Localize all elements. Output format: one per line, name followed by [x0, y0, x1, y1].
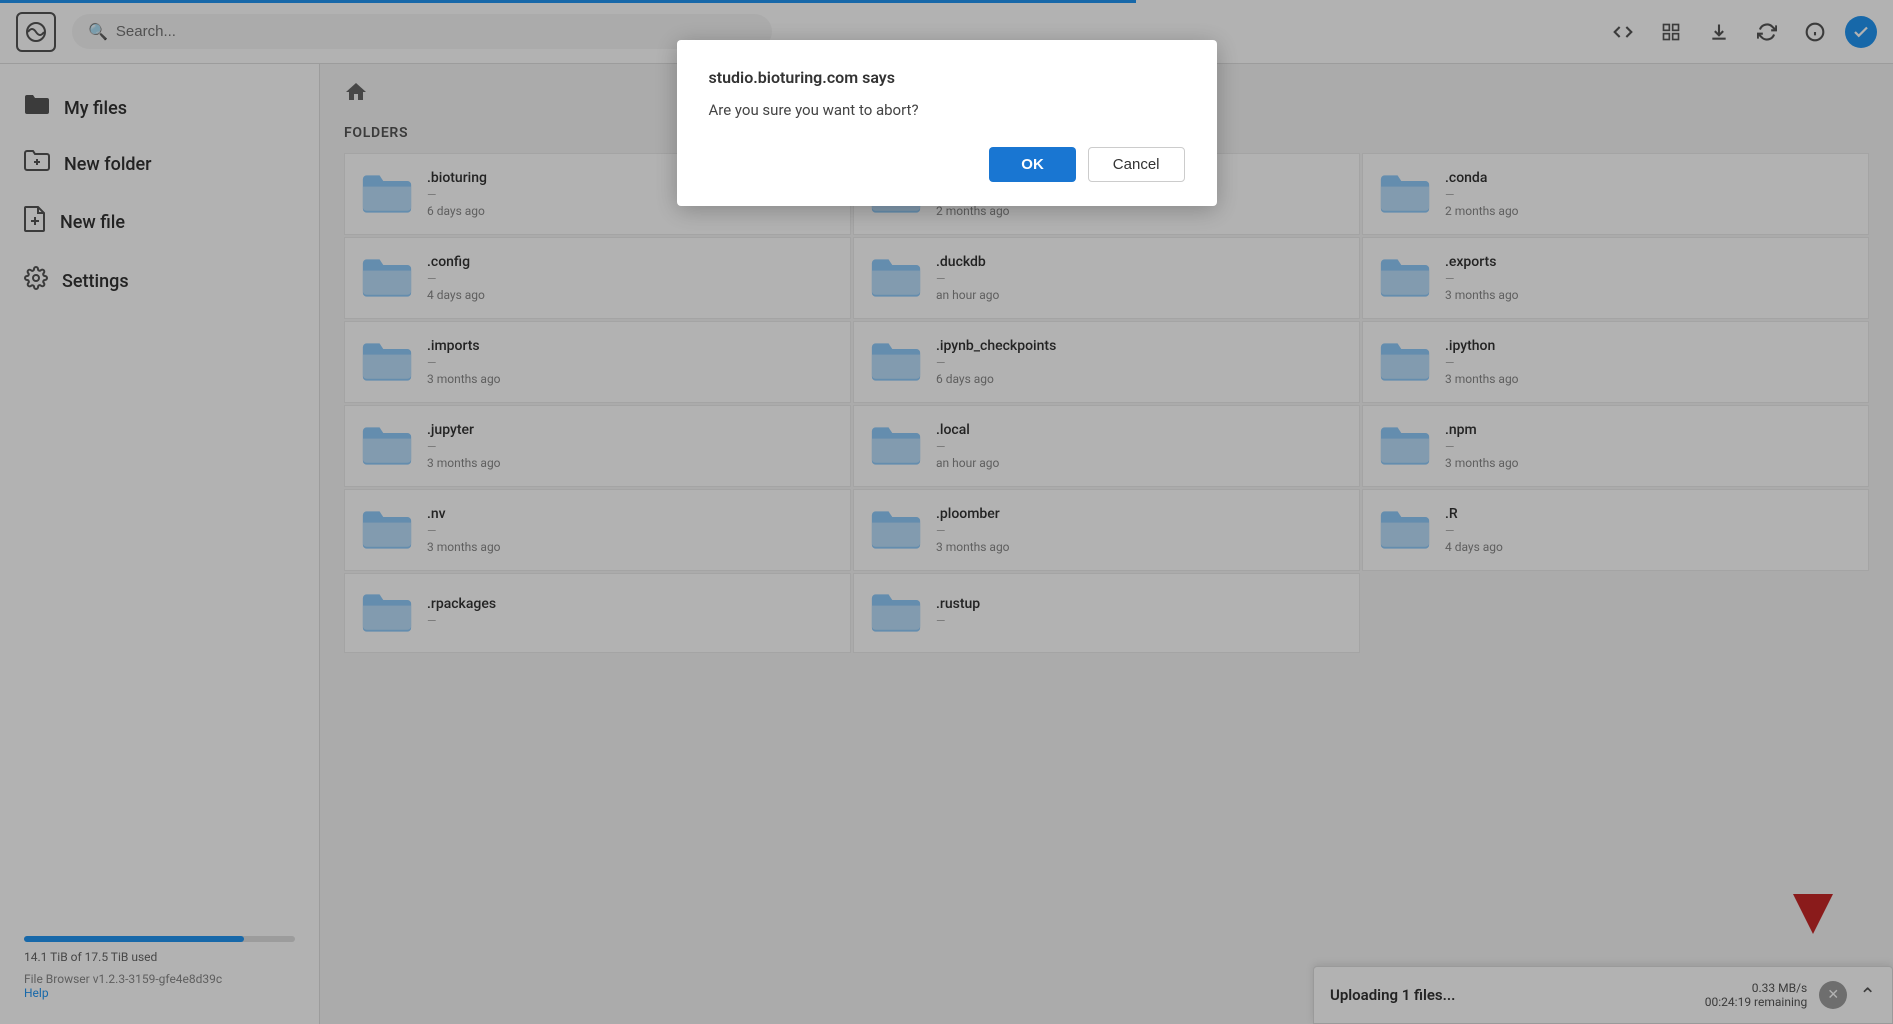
dialog-title: studio.bioturing.com says	[709, 68, 1185, 87]
dialog-box: studio.bioturing.com says Are you sure y…	[677, 40, 1217, 206]
dialog-ok-button[interactable]: OK	[989, 147, 1076, 182]
dialog-message: Are you sure you want to abort?	[709, 101, 1185, 119]
dialog-overlay: studio.bioturing.com says Are you sure y…	[0, 0, 1893, 1024]
dialog-cancel-button[interactable]: Cancel	[1088, 147, 1185, 182]
dialog-actions: OK Cancel	[709, 147, 1185, 182]
